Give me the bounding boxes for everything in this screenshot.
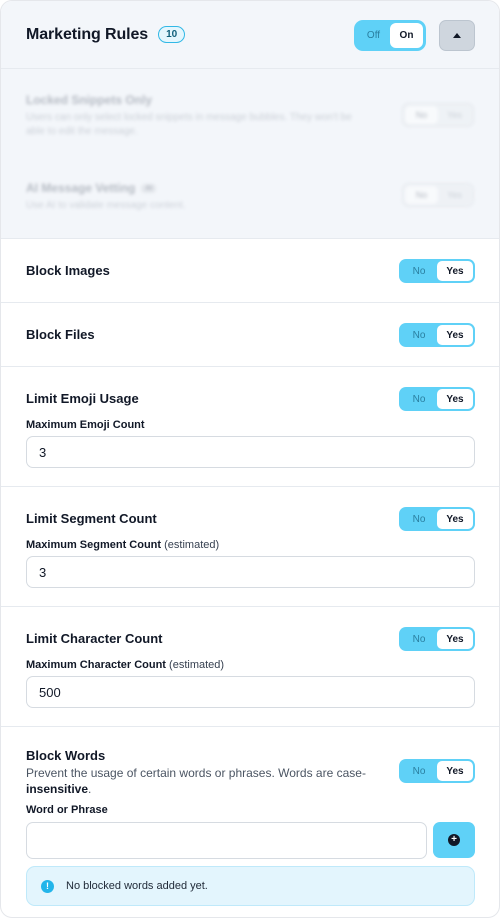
ai-vetting-toggle: No Yes — [402, 183, 474, 207]
block-words-toggle[interactable]: No Yes — [399, 759, 475, 783]
field-hint: (estimated) — [169, 659, 225, 671]
rule-description: Users can only select locked snippets in… — [26, 112, 352, 137]
block-images-toggle[interactable]: No Yes — [399, 259, 475, 283]
limit-emoji-toggle[interactable]: No Yes — [399, 387, 475, 411]
field-hint: (estimated) — [164, 539, 220, 551]
max-segment-label: Maximum Segment Count (estimated) — [26, 539, 219, 551]
word-phrase-label: Word or Phrase — [26, 804, 108, 816]
toggle-yes-option[interactable]: Yes — [437, 509, 473, 529]
toggle-no-option[interactable]: No — [401, 261, 437, 281]
toggle-no-option: No — [405, 186, 438, 204]
toggle-no-option[interactable]: No — [401, 389, 437, 409]
field-label-text: Maximum Segment Count — [26, 539, 162, 551]
card-header: Marketing Rules 10 Off On — [1, 1, 499, 69]
rule-ai-vetting: AI Message Vetting AI Use AI to validate… — [26, 181, 474, 213]
marketing-rules-card: Marketing Rules 10 Off On Locked Snippet… — [0, 0, 500, 918]
field-label-text: Maximum Character Count — [26, 659, 166, 671]
toggle-no-option[interactable]: No — [401, 629, 437, 649]
toggle-no-option[interactable]: No — [401, 509, 437, 529]
max-segment-input[interactable] — [26, 556, 475, 588]
description-suffix: . — [88, 782, 92, 796]
toggle-yes-option: Yes — [447, 110, 462, 120]
rule-block-files: Block Files No Yes — [1, 303, 499, 367]
toggle-yes-option[interactable]: Yes — [437, 629, 473, 649]
rule-block-images: Block Images No Yes — [1, 239, 499, 303]
toggle-no-option[interactable]: No — [401, 325, 437, 345]
locked-snippets-toggle: No Yes — [402, 103, 474, 127]
description-emphasis: insensitive — [26, 782, 89, 796]
rule-count-badge: 10 — [158, 26, 186, 43]
rule-title: Limit Emoji Usage — [26, 391, 139, 406]
info-icon: ! — [41, 879, 54, 893]
disabled-rules-area: Locked Snippets Only Users can only sele… — [1, 69, 499, 239]
ai-badge: AI — [141, 183, 157, 193]
toggle-yes-option[interactable]: Yes — [437, 389, 473, 409]
max-emoji-label: Maximum Emoji Count — [26, 419, 145, 431]
empty-words-text: No blocked words added yet. — [66, 880, 208, 892]
word-phrase-input[interactable] — [26, 822, 427, 859]
limit-character-toggle[interactable]: No Yes — [399, 627, 475, 651]
toggle-no-option[interactable]: No — [401, 761, 437, 781]
add-word-button[interactable]: + — [433, 822, 475, 858]
rule-title: AI Message Vetting — [26, 181, 136, 195]
rule-title: Limit Character Count — [26, 631, 163, 646]
toggle-on-option[interactable]: On — [390, 23, 423, 48]
limit-segment-toggle[interactable]: No Yes — [399, 507, 475, 531]
rule-locked-snippets: Locked Snippets Only Users can only sele… — [26, 93, 474, 139]
card-title: Marketing Rules — [26, 25, 149, 43]
block-files-toggle[interactable]: No Yes — [399, 323, 475, 347]
toggle-yes-option[interactable]: Yes — [437, 325, 473, 345]
rule-title: Block Words — [26, 748, 106, 763]
rule-limit-character: Limit Character Count No Yes Maximum Cha… — [1, 607, 499, 727]
rule-description: Prevent the usage of certain words or ph… — [26, 765, 371, 797]
max-character-label: Maximum Character Count (estimated) — [26, 659, 224, 671]
toggle-yes-option: Yes — [447, 190, 462, 200]
rule-title: Block Images — [26, 263, 110, 278]
toggle-no-option: No — [405, 106, 438, 124]
toggle-yes-option[interactable]: Yes — [437, 761, 473, 781]
rule-description: Use AI to validate message content. — [26, 200, 186, 211]
caret-up-icon — [453, 33, 461, 38]
rules-on-off-toggle[interactable]: Off On — [354, 20, 426, 51]
plus-circle-icon: + — [448, 834, 460, 846]
collapse-button[interactable] — [439, 20, 475, 51]
rule-title: Limit Segment Count — [26, 511, 157, 526]
empty-words-notice: ! No blocked words added yet. — [26, 866, 475, 906]
description-text: Prevent the usage of certain words or ph… — [26, 766, 366, 780]
toggle-off-option[interactable]: Off — [357, 23, 390, 48]
rule-limit-emoji: Limit Emoji Usage No Yes Maximum Emoji C… — [1, 367, 499, 487]
rule-block-words: Block Words Prevent the usage of certain… — [1, 727, 499, 917]
rule-limit-segment: Limit Segment Count No Yes Maximum Segme… — [1, 487, 499, 607]
toggle-yes-option[interactable]: Yes — [437, 261, 473, 281]
rule-title: Block Files — [26, 327, 95, 342]
max-emoji-input[interactable] — [26, 436, 475, 468]
max-character-input[interactable] — [26, 676, 475, 708]
